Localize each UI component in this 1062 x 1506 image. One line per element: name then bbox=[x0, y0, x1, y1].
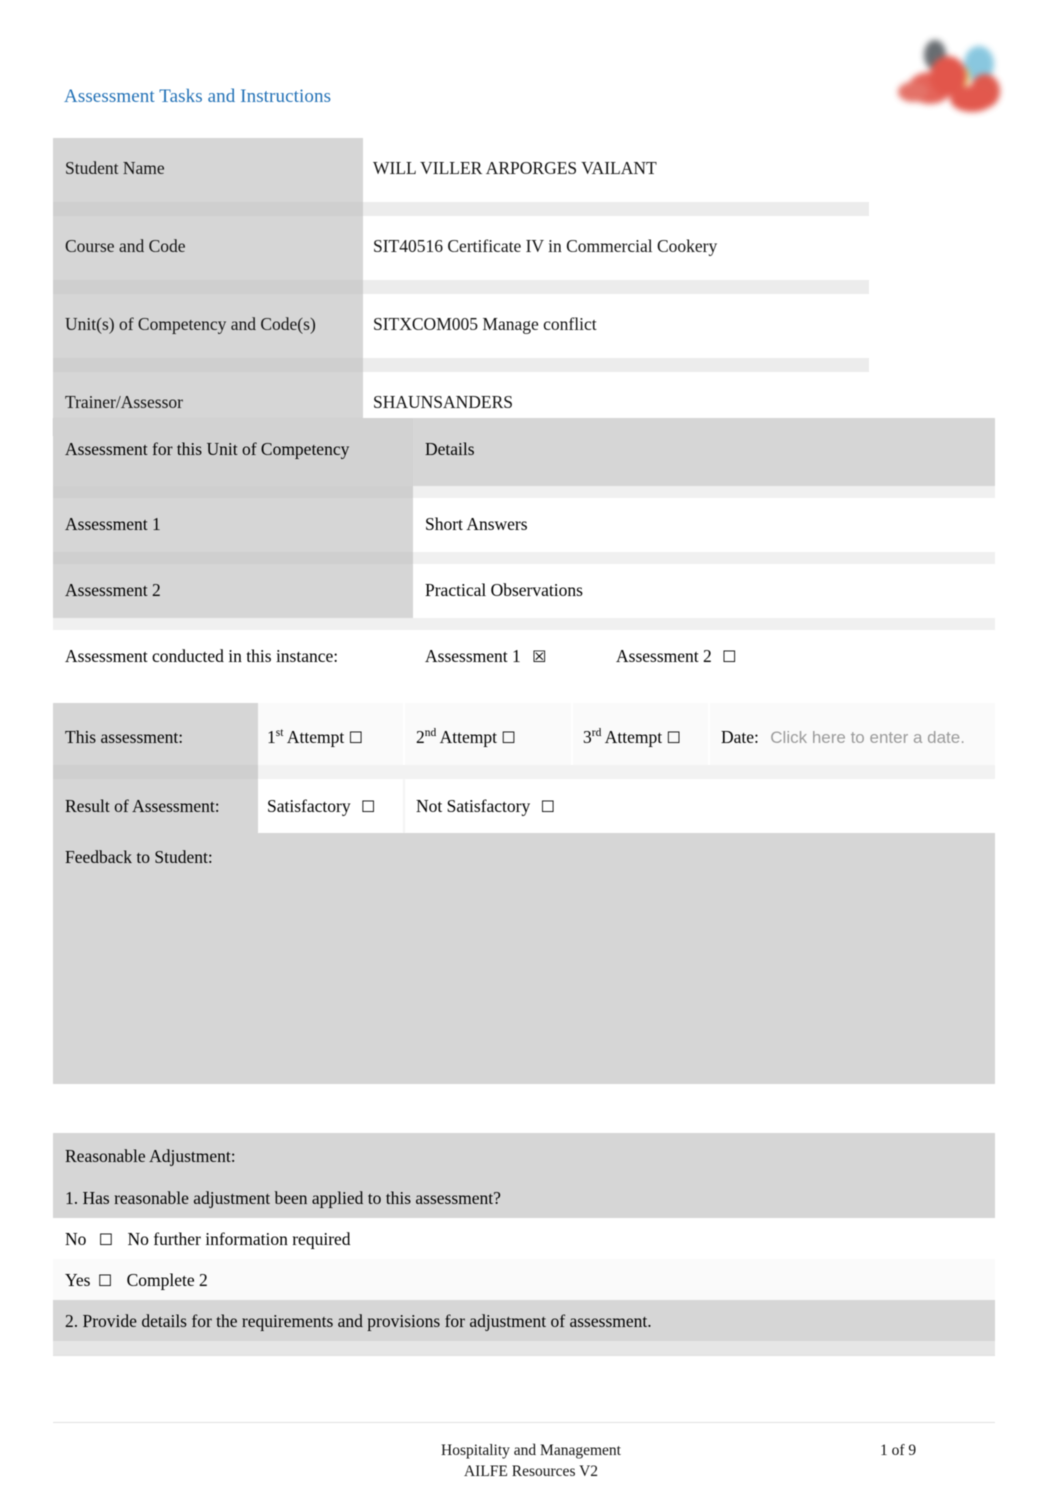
attempt-2-text: Attempt bbox=[436, 727, 502, 747]
table-row: Course and Code SIT40516 Certificate IV … bbox=[53, 216, 869, 280]
assessment-2-checkbox[interactable]: ☐ bbox=[722, 647, 736, 666]
date-input[interactable]: Click here to enter a date. bbox=[770, 728, 965, 747]
assessment-unit-header: Assessment for this Unit of Competency bbox=[65, 439, 350, 459]
attempt-3-suffix: rd bbox=[591, 727, 602, 740]
unit-competency-value[interactable]: SITXCOM005 Manage conflict bbox=[373, 314, 597, 335]
organisation-logo-icon bbox=[898, 38, 1006, 120]
no-checkbox[interactable]: ☐ bbox=[99, 1230, 113, 1249]
assessment-conducted-label: Assessment conducted in this instance: bbox=[65, 646, 339, 666]
yes-description: Complete 2 bbox=[126, 1270, 208, 1290]
row-spacer bbox=[53, 358, 869, 372]
assessment-1-checkbox[interactable]: ☒ bbox=[532, 647, 546, 666]
page-title: Assessment Tasks and Instructions bbox=[64, 86, 332, 107]
course-code-value[interactable]: SIT40516 Certificate IV in Commercial Co… bbox=[373, 236, 717, 257]
this-assessment-label: This assessment: bbox=[65, 727, 184, 747]
feedback-input[interactable] bbox=[65, 879, 975, 1074]
attempt-2-option[interactable]: 2nd Attempt ☐ bbox=[416, 727, 516, 748]
assessment-1-option-label: Assessment 1 bbox=[425, 646, 521, 666]
attempt-1-ordinal: 1 bbox=[267, 727, 276, 747]
assessment-2-option-label: Assessment 2 bbox=[616, 646, 712, 666]
yes-label: Yes bbox=[65, 1270, 91, 1290]
table-row: Student Name WILL VILLER ARPORGES VAILAN… bbox=[53, 138, 869, 202]
assessment-1-option[interactable]: Assessment 1 ☒ bbox=[425, 646, 546, 667]
attempt-1-checkbox[interactable]: ☐ bbox=[349, 728, 363, 747]
attempt-3-ordinal: 3 bbox=[583, 727, 592, 747]
unit-competency-label: Unit(s) of Competency and Code(s) bbox=[65, 314, 316, 334]
assessment-result-table: This assessment: 1st Attempt ☐ 2nd Attem… bbox=[53, 703, 995, 1084]
row-spacer bbox=[53, 1341, 995, 1355]
yes-option-row[interactable]: Yes ☐ Complete 2 bbox=[53, 1259, 995, 1300]
student-name-value[interactable]: WILL VILLER ARPORGES VAILANT bbox=[373, 158, 657, 179]
result-label: Result of Assessment: bbox=[65, 796, 220, 816]
result-row: Result of Assessment: Satisfactory ☐ Not… bbox=[53, 779, 995, 833]
satisfactory-option[interactable]: Satisfactory ☐ bbox=[267, 796, 375, 817]
course-code-label: Course and Code bbox=[65, 236, 186, 256]
table-row: Assessment 2 Practical Observations bbox=[53, 564, 995, 618]
page-number: 1 of 9 bbox=[880, 1442, 917, 1459]
attempt-1-text: Attempt bbox=[283, 727, 349, 747]
table-row: Assessment 1 Short Answers bbox=[53, 498, 995, 552]
question-1-text: 1. Has reasonable adjustment been applie… bbox=[65, 1188, 501, 1208]
yes-option-group[interactable]: Yes ☐ Complete 2 bbox=[65, 1270, 208, 1291]
reasonable-adjustment-heading: Reasonable Adjustment: bbox=[65, 1146, 236, 1166]
yes-checkbox[interactable]: ☐ bbox=[98, 1271, 112, 1290]
question-2-text: 2. Provide details for the requirements … bbox=[65, 1311, 652, 1331]
attempt-2-ordinal: 2 bbox=[416, 727, 425, 747]
table-row: Unit(s) of Competency and Code(s) SITXCO… bbox=[53, 294, 869, 358]
not-satisfactory-label: Not Satisfactory bbox=[416, 796, 531, 816]
assessment-2-label: Assessment 2 bbox=[65, 580, 161, 600]
assessment-1-details: Short Answers bbox=[425, 514, 528, 534]
satisfactory-checkbox[interactable]: ☐ bbox=[361, 797, 375, 816]
row-spacer bbox=[53, 765, 995, 779]
table-header-row: Assessment for this Unit of Competency D… bbox=[53, 418, 995, 486]
trainer-assessor-label: Trainer/Assessor bbox=[65, 392, 183, 412]
attempt-2-checkbox[interactable]: ☐ bbox=[501, 728, 515, 747]
attempt-3-text: Attempt bbox=[601, 727, 667, 747]
attempt-1-option[interactable]: 1st Attempt ☐ bbox=[267, 727, 363, 748]
attempt-3-option[interactable]: 3rd Attempt ☐ bbox=[583, 727, 681, 748]
question-2-row: 2. Provide details for the requirements … bbox=[53, 1300, 995, 1341]
adjustment-answer-box[interactable] bbox=[53, 1355, 995, 1423]
reasonable-adjustment-table: Reasonable Adjustment: 1. Has reasonable… bbox=[53, 1133, 995, 1423]
date-label: Date: bbox=[721, 727, 759, 747]
question-1-row: 1. Has reasonable adjustment been applie… bbox=[53, 1177, 995, 1218]
row-spacer bbox=[53, 486, 995, 498]
details-header: Details bbox=[425, 439, 475, 459]
trainer-assessor-value[interactable]: SHAUNSANDERS bbox=[373, 392, 513, 413]
assessment-2-option[interactable]: Assessment 2 ☐ bbox=[616, 646, 736, 667]
feedback-label: Feedback to Student: bbox=[65, 847, 213, 867]
row-spacer bbox=[53, 280, 869, 294]
feedback-block[interactable]: Feedback to Student: bbox=[53, 833, 995, 1084]
assessment-1-label: Assessment 1 bbox=[65, 514, 161, 534]
page-footer: Hospitality and Management AILFE Resourc… bbox=[0, 1437, 1062, 1497]
row-spacer bbox=[53, 618, 995, 630]
no-label: No bbox=[65, 1229, 87, 1249]
no-option-row[interactable]: No ☐ No further information required bbox=[53, 1218, 995, 1259]
assessment-list-table: Assessment for this Unit of Competency D… bbox=[53, 418, 995, 685]
assessment-2-details: Practical Observations bbox=[425, 580, 583, 600]
row-spacer bbox=[53, 202, 869, 216]
attempt-2-suffix: nd bbox=[424, 727, 437, 740]
no-description: No further information required bbox=[127, 1229, 351, 1249]
footer-line-2: AILFE Resources V2 bbox=[463, 1463, 599, 1480]
attempt-3-checkbox[interactable]: ☐ bbox=[666, 728, 680, 747]
student-details-table: Student Name WILL VILLER ARPORGES VAILAN… bbox=[53, 138, 869, 436]
not-satisfactory-option[interactable]: Not Satisfactory ☐ bbox=[416, 796, 555, 817]
not-satisfactory-checkbox[interactable]: ☐ bbox=[541, 797, 555, 816]
date-field-group[interactable]: Date: Click here to enter a date. bbox=[721, 727, 965, 748]
document-page: Assessment Tasks and Instructions Studen… bbox=[0, 0, 1062, 1506]
reasonable-adjustment-heading-row: Reasonable Adjustment: bbox=[53, 1133, 995, 1177]
satisfactory-label: Satisfactory bbox=[267, 796, 351, 816]
assessment-conducted-row: Assessment conducted in this instance: A… bbox=[53, 630, 995, 685]
row-spacer bbox=[53, 552, 995, 564]
this-assessment-row: This assessment: 1st Attempt ☐ 2nd Attem… bbox=[53, 703, 995, 765]
no-option-group[interactable]: No ☐ No further information required bbox=[65, 1229, 351, 1250]
student-name-label: Student Name bbox=[65, 158, 165, 178]
